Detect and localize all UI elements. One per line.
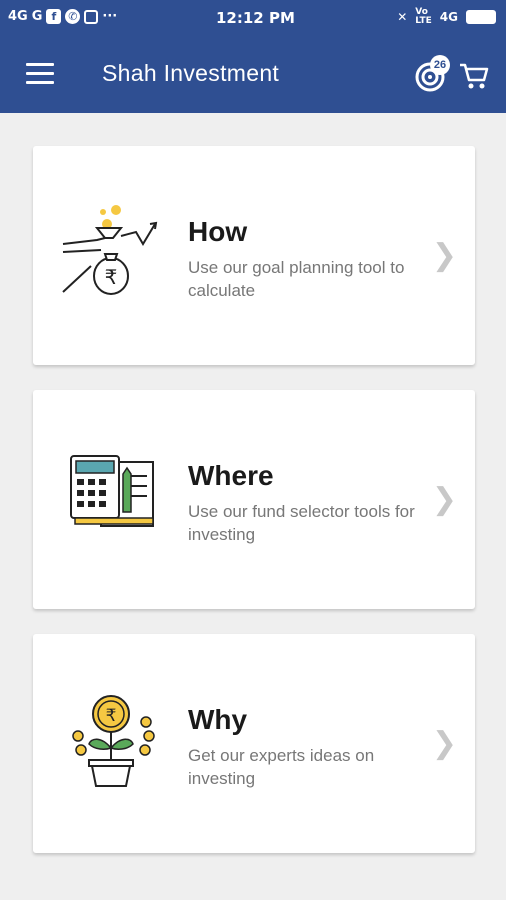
more-notifications: ··· <box>102 9 118 24</box>
status-right: ✕ Vo LTE 4G <box>397 8 496 26</box>
cart-icon[interactable] <box>459 62 489 90</box>
facebook-icon: f <box>46 9 62 24</box>
app-bar: Shah Investment 26 <box>0 36 506 113</box>
card-description-how: Use our goal planning tool to calculate <box>188 258 405 300</box>
card-why[interactable]: ₹ Why Get our experts ideas on investing… <box>33 634 475 853</box>
chevron-right-icon: ❯ <box>431 482 457 517</box>
network-indicator-2: G <box>31 9 43 24</box>
network-indicator: 4G <box>8 9 28 24</box>
status-bar: 4G G f ✆ ··· 12:12 PM ✕ Vo LTE 4G <box>0 0 506 36</box>
notification-badge: 26 <box>430 55 450 75</box>
mute-icon: ✕ <box>397 10 408 24</box>
card-title-where: Where <box>188 460 274 491</box>
chevron-right-icon: ❯ <box>431 726 457 761</box>
card-title-why: Why <box>188 704 248 735</box>
status-left: 4G G f ✆ ··· <box>8 9 117 24</box>
instagram-icon <box>84 9 99 24</box>
money-bag-growth-icon: ₹ <box>62 205 158 295</box>
app-title: Shah Investment <box>102 60 280 86</box>
battery-icon <box>466 10 496 24</box>
card-title-how: How <box>188 216 248 247</box>
volte-icon: Vo LTE <box>415 7 432 26</box>
svg-text:₹: ₹ <box>106 706 117 726</box>
hamburger-menu-icon[interactable] <box>26 63 54 85</box>
whatsapp-icon: ✆ <box>65 9 81 24</box>
network-right: 4G <box>439 10 458 24</box>
status-time: 12:12 PM <box>216 9 295 27</box>
card-description-why: Get our experts ideas on investing <box>188 746 375 788</box>
svg-text:₹: ₹ <box>105 265 118 289</box>
chevron-right-icon: ❯ <box>431 238 457 273</box>
money-plant-icon: ₹ <box>72 695 155 787</box>
card-where[interactable]: Where Use our fund selector tools for in… <box>33 390 475 609</box>
calculator-document-icon <box>70 455 154 527</box>
card-description-where: Use our fund selector tools for investin… <box>188 502 415 544</box>
card-how[interactable]: ₹ How Use our goal planning tool to calc… <box>33 146 475 365</box>
